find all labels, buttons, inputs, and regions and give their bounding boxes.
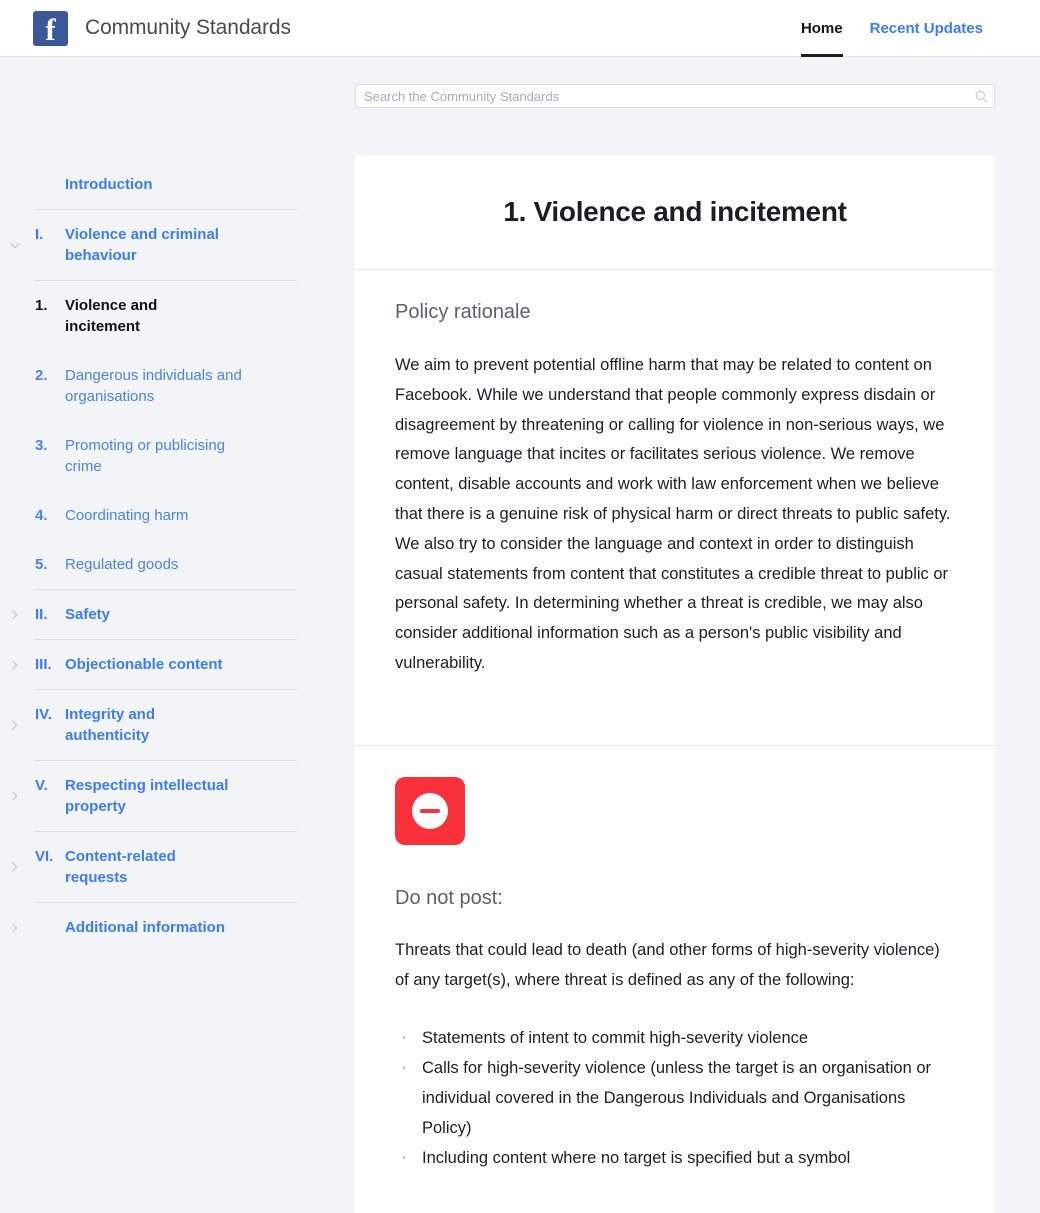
- sidebar-item-label: Respecting intellectual property: [65, 777, 229, 815]
- list-item: Calls for high-severity violence (unless…: [395, 1052, 955, 1143]
- sidebar-item-number: 2.: [35, 367, 48, 384]
- policy-rationale-section: Policy rationale We aim to prevent poten…: [355, 270, 995, 746]
- sidebar-item-label: Violence and incitement: [65, 297, 158, 335]
- sidebar-item-label: Violence and criminal behaviour: [65, 226, 219, 264]
- sidebar-item-label: Objectionable content: [65, 656, 223, 673]
- chevron-right-icon[interactable]: [8, 789, 22, 803]
- sidebar-item-number: V.: [35, 777, 48, 794]
- policy-rationale-heading: Policy rationale: [395, 301, 531, 323]
- sidebar-item-regulated-goods[interactable]: 5. Regulated goods: [35, 540, 297, 589]
- sidebar-item-dangerous-individuals-and-organisations[interactable]: 2. Dangerous individuals and organisatio…: [35, 351, 297, 421]
- page-title: 1. Violence and incitement: [503, 196, 847, 227]
- sidebar-item-label: Dangerous individuals and organisations: [65, 367, 242, 405]
- list-item: Including content where no target is spe…: [395, 1142, 955, 1174]
- sidebar-item-label: Promoting or publicising crime: [65, 437, 226, 475]
- chevron-right-icon[interactable]: [8, 718, 22, 732]
- top-header-bar: f Community Standards Home Recent Update…: [0, 0, 1040, 57]
- sidebar-item-number: I.: [35, 226, 44, 243]
- search-area: [355, 84, 995, 108]
- do-not-post-intro: Threats that could lead to death (and ot…: [395, 940, 940, 989]
- sidebar-item-violence-and-incitement[interactable]: 1. Violence and incitement: [35, 280, 297, 351]
- sidebar-item-respecting-intellectual-property[interactable]: V. Respecting intellectual property: [11, 760, 297, 831]
- sidebar-item-label: Regulated goods: [65, 556, 179, 573]
- sidebar-item-label: Coordinating harm: [65, 507, 189, 524]
- sidebar-item-number: IV.: [35, 706, 52, 723]
- sidebar-item-safety[interactable]: II. Safety: [11, 589, 297, 639]
- main-content-card: 1. Violence and incitement Policy ration…: [355, 155, 995, 1213]
- facebook-logo-icon[interactable]: f: [33, 10, 68, 47]
- nav-link-home[interactable]: Home: [800, 0, 843, 57]
- do-not-post-bullet-list: Statements of intent to commit high-seve…: [395, 1022, 955, 1174]
- sidebar-item-label: Additional information: [65, 919, 225, 936]
- search-input[interactable]: [364, 88, 975, 104]
- do-not-post-icon-bar: [420, 808, 440, 813]
- sidebar-item-number: 4.: [35, 507, 48, 524]
- sidebar-item-objectionable-content[interactable]: III. Objectionable content: [11, 639, 297, 689]
- sidebar-item-number: VI.: [35, 848, 54, 865]
- chevron-right-icon[interactable]: [8, 658, 22, 672]
- do-not-post-icon-disc: [412, 792, 448, 829]
- top-navigation: Home Recent Updates: [800, 0, 983, 57]
- sidebar-item-number: 3.: [35, 437, 48, 454]
- chevron-right-icon[interactable]: [8, 860, 22, 874]
- do-not-post-section: Do not post: Threats that could lead to …: [355, 746, 995, 1213]
- brand-title: Community Standards: [85, 16, 291, 39]
- do-not-post-icon: [395, 776, 465, 845]
- sidebar-item-label: Content-related requests: [65, 848, 176, 886]
- sidebar-item-number: 1.: [35, 297, 48, 314]
- sidebar-item-label: Introduction: [65, 176, 153, 193]
- sidebar-navigation: Introduction I. Violence and criminal be…: [0, 57, 355, 1210]
- list-item: Statements of intent to commit high-seve…: [395, 1022, 955, 1054]
- do-not-post-heading: Do not post:: [395, 886, 503, 909]
- sidebar-item-introduction[interactable]: Introduction: [35, 161, 297, 209]
- chevron-down-icon[interactable]: [8, 238, 22, 252]
- facebook-logo-letter: f: [45, 11, 56, 47]
- sidebar-item-number: III.: [35, 656, 52, 673]
- sidebar-item-label: Safety: [65, 606, 111, 623]
- sidebar-item-violence-and-criminal-behaviour[interactable]: I. Violence and criminal behaviour: [10, 209, 297, 280]
- brand[interactable]: f Community Standards: [33, 10, 291, 47]
- sidebar-item-content-related-requests[interactable]: VI. Content-related requests: [11, 831, 297, 902]
- sidebar-item-integrity-and-authenticity[interactable]: IV. Integrity and authenticity: [11, 689, 297, 760]
- policy-rationale-text: We aim to prevent potential offline harm…: [395, 356, 951, 672]
- page-title-block: 1. Violence and incitement: [355, 155, 995, 270]
- chevron-right-icon[interactable]: [8, 921, 22, 935]
- sidebar-item-label: Integrity and authenticity: [65, 706, 156, 744]
- chevron-right-icon[interactable]: [8, 608, 22, 622]
- search-icon[interactable]: [975, 90, 988, 103]
- sidebar-item-promoting-or-publicising-crime[interactable]: 3. Promoting or publicising crime: [35, 421, 297, 491]
- sidebar-item-number: 5.: [35, 556, 48, 573]
- sidebar-item-additional-information[interactable]: Additional information: [11, 902, 297, 952]
- search-box[interactable]: [355, 84, 995, 108]
- sidebar-item-number: II.: [35, 606, 48, 623]
- sidebar-item-coordinating-harm[interactable]: 4. Coordinating harm: [35, 491, 297, 540]
- nav-link-recent-updates[interactable]: Recent Updates: [870, 0, 983, 57]
